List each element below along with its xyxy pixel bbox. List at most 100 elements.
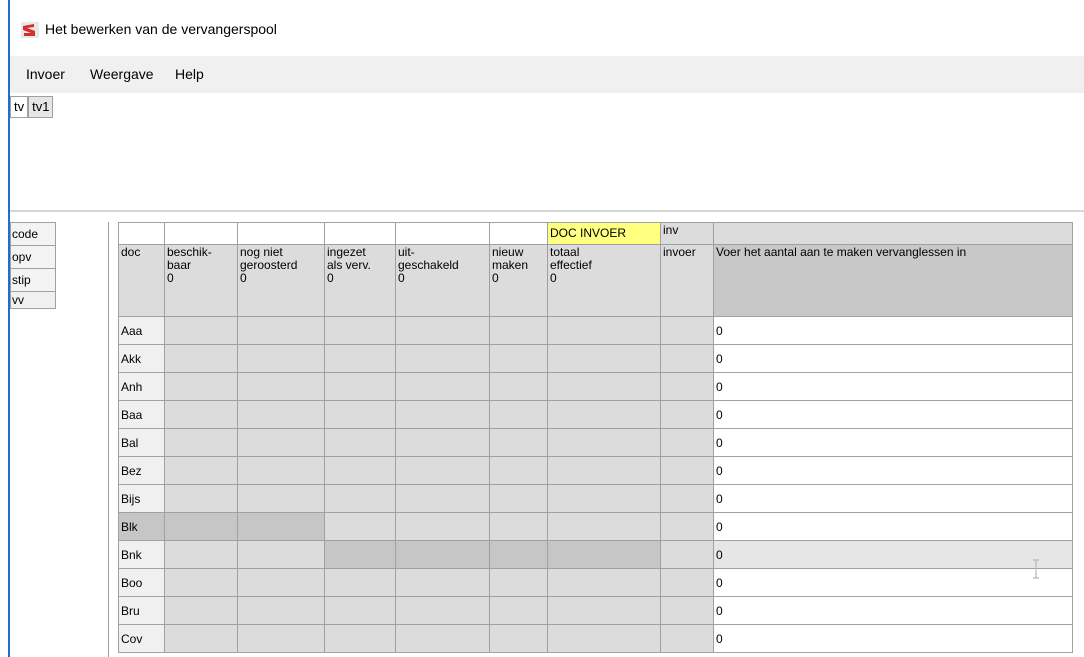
table-row[interactable]: Baa 0 (118, 400, 1073, 429)
lesson-count-input[interactable]: 0 (713, 512, 1073, 541)
menu-invoer[interactable]: Invoer (26, 66, 65, 82)
data-cell (164, 344, 238, 373)
data-cell (237, 344, 325, 373)
doc-code-cell[interactable]: Boo (118, 568, 165, 597)
table-row[interactable]: Bez 0 (118, 456, 1073, 485)
table-row[interactable]: Bal 0 (118, 428, 1073, 457)
header-label: geschakeld (398, 258, 459, 272)
data-cell (164, 624, 238, 653)
data-cell (164, 372, 238, 401)
data-cell (395, 456, 490, 485)
doc-code-cell[interactable]: Bal (118, 428, 165, 457)
table-row[interactable]: Cov 0 (118, 624, 1073, 653)
table-row[interactable]: Boo 0 (118, 568, 1073, 597)
sidebar: code opv stip vv (10, 222, 56, 309)
sidebar-item-stip[interactable]: stip (10, 268, 56, 292)
data-cell (237, 540, 325, 569)
filter-cell[interactable] (237, 222, 325, 245)
table-row[interactable]: Bru 0 (118, 596, 1073, 625)
tab-tv[interactable]: tv (10, 96, 29, 118)
table-row[interactable]: Bnk 0 (118, 540, 1073, 569)
filter-cell[interactable] (395, 222, 490, 245)
data-cell (164, 512, 238, 541)
filter-cell[interactable] (324, 222, 396, 245)
data-cell (547, 568, 661, 597)
sidebar-item-code[interactable]: code (10, 222, 56, 246)
data-cell (324, 512, 396, 541)
table-row[interactable]: Anh 0 (118, 372, 1073, 401)
filter-cell[interactable] (164, 222, 238, 245)
doc-code-cell[interactable]: Cov (118, 624, 165, 653)
menu-help[interactable]: Help (175, 66, 204, 82)
table-row[interactable]: Akk 0 (118, 344, 1073, 373)
doc-code-cell[interactable]: Blk (118, 512, 165, 541)
data-cell (164, 400, 238, 429)
lesson-count-input[interactable]: 0 (713, 568, 1073, 597)
header-label: effectief (550, 258, 592, 272)
lesson-count-input[interactable]: 0 (713, 484, 1073, 513)
doc-code-cell[interactable]: Anh (118, 372, 165, 401)
data-cell (489, 344, 548, 373)
data-cell (489, 316, 548, 345)
text-cursor-icon (1033, 559, 1039, 579)
header-count: 0 (398, 271, 405, 285)
data-cell (547, 540, 661, 569)
data-cell (237, 484, 325, 513)
lesson-count-input[interactable]: 0 (713, 372, 1073, 401)
menu-bar: Invoer Weergave Help (10, 56, 1084, 93)
data-cell (489, 624, 548, 653)
sidebar-item-vv[interactable]: vv (10, 291, 56, 309)
data-cell (489, 596, 548, 625)
col-header-nog-niet-geroosterd[interactable]: nog niet geroosterd 0 (237, 244, 325, 317)
lesson-count-input[interactable]: 0 (713, 540, 1073, 569)
lesson-count-input[interactable]: 0 (713, 316, 1073, 345)
data-cell (237, 316, 325, 345)
doc-invoer-label[interactable]: DOC INVOER (547, 222, 661, 245)
lesson-count-input[interactable]: 0 (713, 344, 1073, 373)
header-count: 0 (492, 271, 499, 285)
table-row[interactable]: Aaa 0 (118, 316, 1073, 345)
data-cell (395, 428, 490, 457)
doc-code-cell[interactable]: Bijs (118, 484, 165, 513)
data-cell (547, 484, 661, 513)
col-header-totaal-effectief[interactable]: totaal effectief 0 (547, 244, 661, 317)
col-header-beschikbaar[interactable]: beschik- baar 0 (164, 244, 238, 317)
col-header-invoer[interactable]: invoer (660, 244, 714, 317)
doc-code-cell[interactable]: Bru (118, 596, 165, 625)
filter-cell[interactable] (489, 222, 548, 245)
doc-code-cell[interactable]: Bnk (118, 540, 165, 569)
data-cell (547, 428, 661, 457)
data-cell (324, 624, 396, 653)
data-cell (164, 316, 238, 345)
table-row[interactable]: Bijs 0 (118, 484, 1073, 513)
table-row[interactable]: Blk 0 (118, 512, 1073, 541)
inv-label: inv (660, 222, 714, 245)
title-bar[interactable]: Het bewerken van de vervangerspool (10, 0, 1084, 56)
lesson-count-input[interactable]: 0 (713, 456, 1073, 485)
lesson-count-input[interactable]: 0 (713, 624, 1073, 653)
col-header-ingezet[interactable]: ingezet als verv. 0 (324, 244, 396, 317)
data-cell (324, 540, 396, 569)
doc-code-cell[interactable]: Aaa (118, 316, 165, 345)
col-header-nieuw-maken[interactable]: nieuw maken 0 (489, 244, 548, 317)
data-cell (489, 512, 548, 541)
data-cell (547, 316, 661, 345)
menu-weergave[interactable]: Weergave (90, 66, 154, 82)
data-cell (164, 484, 238, 513)
filter-cell[interactable] (118, 222, 165, 245)
window-title: Het bewerken van de vervangerspool (45, 21, 277, 37)
col-header-doc[interactable]: doc (118, 244, 165, 317)
lesson-count-input[interactable]: 0 (713, 596, 1073, 625)
header-label: geroosterd (240, 258, 298, 272)
data-cell (547, 344, 661, 373)
doc-code-cell[interactable]: Baa (118, 400, 165, 429)
col-header-uitgeschakeld[interactable]: uit- geschakeld 0 (395, 244, 490, 317)
doc-code-cell[interactable]: Akk (118, 344, 165, 373)
tab-tv1[interactable]: tv1 (28, 96, 54, 118)
data-cell (395, 512, 490, 541)
lesson-count-input[interactable]: 0 (713, 428, 1073, 457)
header-row: doc beschik- baar 0 nog niet geroosterd … (118, 244, 1073, 317)
doc-code-cell[interactable]: Bez (118, 456, 165, 485)
lesson-count-input[interactable]: 0 (713, 400, 1073, 429)
sidebar-item-opv[interactable]: opv (10, 245, 56, 269)
